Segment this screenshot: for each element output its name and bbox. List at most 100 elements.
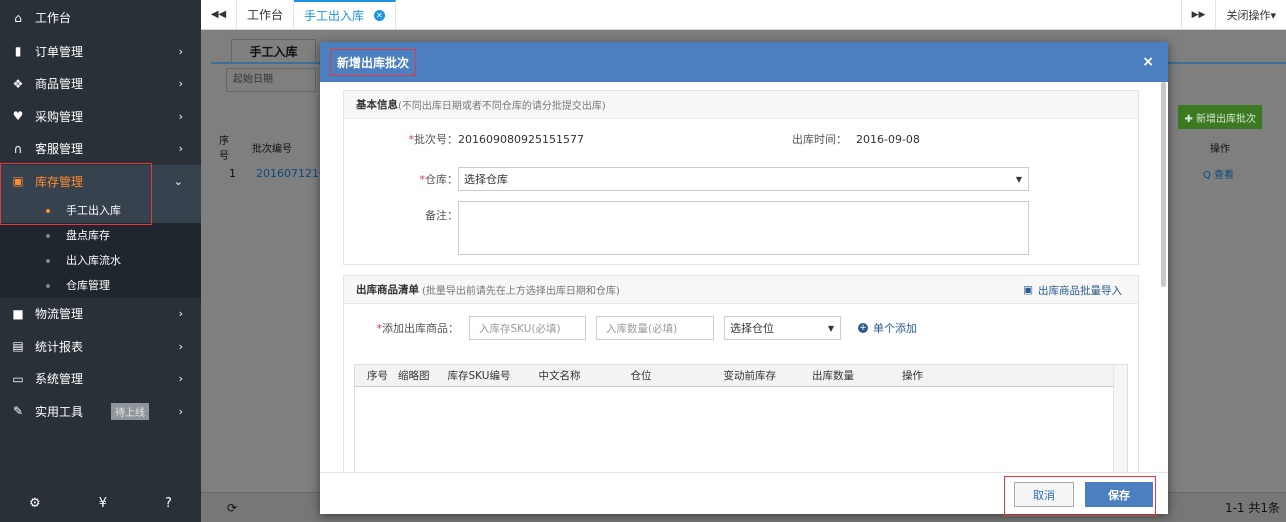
product-icon: ❖ <box>12 76 24 91</box>
bullet-icon <box>46 258 50 263</box>
dialog-header: 新增出库批次 × <box>320 42 1168 82</box>
chevron-right-icon: › <box>178 109 183 123</box>
import-icon: ▣ <box>1023 284 1033 296</box>
sidebar-item-orders[interactable]: ▮ 订单管理 › <box>0 35 201 68</box>
sidebar-subitem-warehouse[interactable]: 仓库管理 <box>0 272 201 298</box>
panel-header: 出库商品清单 (批量导出前请先在上方选择出库日期和仓库) ▣ 出库商品批量导入 <box>344 276 1138 304</box>
col-location: 仓位 <box>630 370 652 382</box>
caret-down-icon: ▼ <box>827 323 834 333</box>
sidebar-item-logistics[interactable]: ■ 物流管理 › <box>0 298 201 331</box>
view-button[interactable]: Q 查看 <box>1203 166 1234 181</box>
col-prev-stock: 变动前库存 <box>723 370 776 382</box>
headset-icon: ∩ <box>13 141 23 156</box>
col-batch-no: 批次编号 <box>252 143 292 155</box>
warehouse-label: *仓库： <box>419 173 459 186</box>
highlight-box <box>0 163 152 225</box>
table-scrollbar[interactable] <box>1113 365 1127 472</box>
report-icon: ▤ <box>12 339 24 354</box>
col-ops: 操作 <box>901 370 923 382</box>
col-seq: 序号 <box>367 370 388 382</box>
tab-workbench[interactable]: 工作台 <box>237 0 295 30</box>
home-icon: ⌂ <box>14 10 22 25</box>
remark-row: 备注： <box>344 201 1029 255</box>
cancel-button[interactable]: 取消 <box>1014 482 1074 507</box>
close-operations-dropdown[interactable]: 关闭操作▾ <box>1215 0 1286 30</box>
tab-label: 工作台 <box>247 8 284 22</box>
dialog-title: 新增出库批次 <box>330 48 417 76</box>
batch-row: *批次号： 201609080925151577 出库时间： 2016-09-0… <box>344 131 1140 147</box>
tab-label: 手工出入库 <box>304 9 365 23</box>
col-seq: 序号 <box>219 136 229 162</box>
sidebar-item-reports[interactable]: ▤ 统计报表 › <box>0 330 201 363</box>
chevron-right-icon: › <box>178 307 183 321</box>
sidebar: ⌂ 工作台 ▮ 订单管理 › ❖ 商品管理 › ♥ 采购管理 › ∩ 客服管理 … <box>0 0 201 522</box>
chevron-right-icon: › <box>178 44 183 58</box>
scroll-tabs-left-button[interactable]: ◀◀ <box>201 0 237 30</box>
row-seq: 1 <box>229 166 236 180</box>
add-goods-label: *添加出库商品： <box>376 322 460 335</box>
import-label: 出库商品批量导入 <box>1038 284 1122 297</box>
remark-textarea[interactable] <box>458 201 1029 255</box>
remark-label: 备注： <box>425 209 458 222</box>
chevron-down-icon: ⌄ <box>173 174 183 188</box>
goods-table: 序号 缩略图 库存SKU编号 中文名称 仓位 变动前库存 出库数量 操作 <box>354 364 1128 472</box>
chevron-right-icon: › <box>178 77 183 91</box>
cart-icon: ♥ <box>12 109 24 124</box>
monitor-icon: ▭ <box>12 371 24 386</box>
sidebar-item-purchase[interactable]: ♥ 采购管理 › <box>0 100 201 133</box>
sidebar-item-products[interactable]: ❖ 商品管理 › <box>0 68 201 101</box>
sidebar-item-system[interactable]: ▭ 系统管理 › <box>0 363 201 396</box>
refresh-icon[interactable]: ⟳ <box>227 501 237 515</box>
sidebar-footer: ⚙ ¥ ? <box>0 484 201 522</box>
panel-title: 基本信息 <box>356 99 398 111</box>
batch-import-button[interactable]: ▣ 出库商品批量导入 <box>1023 276 1122 304</box>
warehouse-select[interactable]: 选择仓库 ▼ <box>458 167 1029 191</box>
close-icon[interactable]: × <box>1142 54 1154 70</box>
close-tab-icon[interactable]: ✕ <box>374 10 386 21</box>
sidebar-item-service[interactable]: ∩ 客服管理 › <box>0 133 201 166</box>
panel-header: 基本信息 (不同出库日期或者不同仓库的请分批提交出库) <box>344 91 1138 119</box>
sku-input[interactable]: 入库存SKU(必填) <box>469 316 586 340</box>
chevron-right-icon: › <box>178 339 183 353</box>
tab-manual-inbound[interactable]: 手工入库 <box>231 39 316 63</box>
tab-bar: ◀◀ 工作台 手工出入库 ✕ ▶▶ 关闭操作▾ <box>201 0 1286 30</box>
chevron-right-icon: › <box>178 372 183 386</box>
dialog-body: 基本信息 (不同出库日期或者不同仓库的请分批提交出库) *批次号： 201609… <box>320 82 1168 472</box>
sidebar-item-tools[interactable]: ✎ 实用工具 待上线 › <box>0 395 201 428</box>
bullet-icon <box>46 233 50 238</box>
warehouse-row: *仓库： 选择仓库 ▼ <box>344 167 1029 191</box>
sidebar-subitem-stocktake[interactable]: 盘点库存 <box>0 222 201 248</box>
col-sku: 库存SKU编号 <box>447 370 511 382</box>
yen-icon[interactable]: ¥ <box>99 496 107 511</box>
new-batch-dialog: 新增出库批次 × 基本信息 (不同出库日期或者不同仓库的请分批提交出库) *批次… <box>320 42 1168 516</box>
quantity-input[interactable]: 入库数量(必填) <box>596 316 714 340</box>
panel-note: (不同出库日期或者不同仓库的请分批提交出库) <box>398 101 606 112</box>
plus-circle-icon: + <box>858 323 868 333</box>
add-goods-row: *添加出库商品： 入库存SKU(必填) 入库数量(必填) 选择仓位 ▼ + 单个… <box>344 316 917 340</box>
col-name: 中文名称 <box>538 370 581 382</box>
wrench-icon: ✎ <box>12 404 24 419</box>
help-icon[interactable]: ? <box>165 496 172 511</box>
col-out-qty: 出库数量 <box>811 370 854 382</box>
settings-icon[interactable]: ⚙ <box>29 496 41 511</box>
panel-title: 出库商品清单 <box>356 284 419 296</box>
new-batch-button[interactable]: ✚ 新增出库批次 <box>1178 105 1262 129</box>
location-select[interactable]: 选择仓位 ▼ <box>724 316 841 340</box>
scroll-tabs-right-button[interactable]: ▶▶ <box>1180 0 1216 30</box>
truck-icon: ■ <box>12 306 24 321</box>
sidebar-subitem-io-flow[interactable]: 出入库流水 <box>0 247 201 273</box>
single-add-button[interactable]: + 单个添加 <box>858 320 917 336</box>
start-date-input[interactable]: 起始日期 <box>226 68 316 92</box>
time-label: 出库时间： <box>792 133 847 146</box>
coming-soon-badge: 待上线 <box>111 402 150 420</box>
basic-info-panel: 基本信息 (不同出库日期或者不同仓库的请分批提交出库) *批次号： 201609… <box>343 90 1139 265</box>
save-button[interactable]: 保存 <box>1085 482 1153 507</box>
sidebar-item-home[interactable]: ⌂ 工作台 <box>0 0 201 35</box>
goods-panel: 出库商品清单 (批量导出前请先在上方选择出库日期和仓库) ▣ 出库商品批量导入 … <box>343 275 1139 472</box>
batch-link[interactable]: 2016071210 <box>256 167 326 180</box>
dialog-footer: 取消 保存 <box>320 472 1168 516</box>
single-add-label: 单个添加 <box>873 322 917 335</box>
batch-value: 201609080925151577 <box>458 132 584 146</box>
location-value: 选择仓位 <box>730 322 774 335</box>
tab-manual-io[interactable]: 手工出入库 ✕ <box>294 0 397 30</box>
